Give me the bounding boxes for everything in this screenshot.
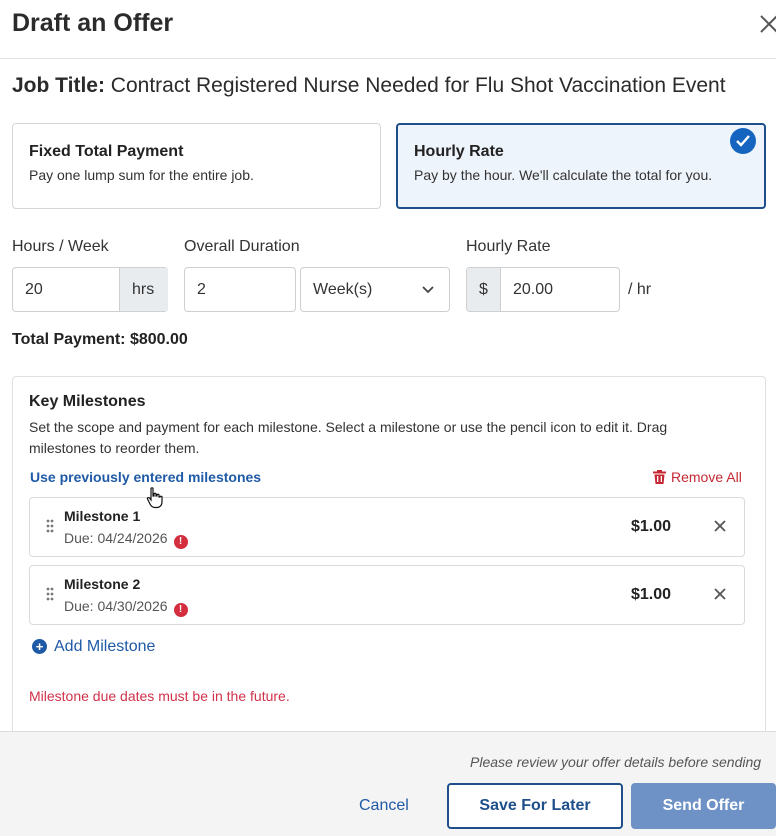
remove-milestone-icon[interactable] [714, 588, 726, 600]
remove-all-button[interactable]: Remove All [653, 469, 742, 485]
milestone-row[interactable]: Milestone 2 Due: 04/30/2026! $1.00 [29, 565, 745, 625]
modal-title: Draft an Offer [12, 9, 174, 37]
milestone-due-text: Due: 04/30/2026 [64, 598, 168, 614]
duration-input[interactable]: 2 [184, 267, 296, 312]
review-note: Please review your offer details before … [470, 754, 762, 770]
milestone-name: Milestone 1 [64, 508, 141, 524]
modal-header: Draft an Offer [0, 0, 776, 59]
fixed-payment-desc: Pay one lump sum for the entire job. [29, 167, 254, 183]
job-title: Job Title: Contract Registered Nurse Nee… [12, 74, 726, 98]
fixed-payment-title: Fixed Total Payment [29, 143, 184, 160]
duration-label: Overall Duration [184, 238, 300, 255]
milestone-amount: $1.00 [631, 586, 672, 603]
drag-handle-icon[interactable] [46, 587, 54, 601]
hourly-rate-value: 20.00 [513, 281, 554, 298]
hourly-rate-input[interactable]: $ 20.00 [466, 267, 620, 312]
milestone-due: Due: 04/24/2026! [64, 530, 188, 549]
job-title-text: Contract Registered Nurse Needed for Flu… [110, 74, 726, 97]
total-payment: Total Payment: $800.00 [12, 331, 188, 348]
milestones-description: Set the scope and payment for each miles… [29, 419, 668, 456]
hourly-rate-desc: Pay by the hour. We'll calculate the tot… [414, 167, 713, 183]
trash-icon [653, 470, 666, 484]
use-previous-milestones-link[interactable]: Use previously entered milestones [30, 469, 261, 485]
milestones-title: Key Milestones [29, 393, 146, 410]
duration-unit-select[interactable]: Week(s) [300, 267, 450, 312]
drag-handle-icon[interactable] [46, 519, 54, 533]
milestone-name: Milestone 2 [64, 576, 141, 592]
hrs-unit: hrs [132, 281, 155, 298]
per-hour-suffix: / hr [628, 281, 652, 298]
milestone-due: Due: 04/30/2026! [64, 598, 188, 617]
milestone-due-text: Due: 04/24/2026 [64, 530, 168, 546]
cancel-button[interactable]: Cancel [359, 797, 409, 815]
milestone-error-message: Milestone due dates must be in the futur… [29, 688, 290, 704]
milestone-amount: $1.00 [631, 518, 672, 535]
remove-all-label: Remove All [671, 469, 742, 485]
send-offer-button[interactable]: Send Offer [631, 783, 776, 829]
duration-value: 2 [197, 281, 206, 298]
dollar-sign: $ [479, 281, 488, 298]
milestone-row[interactable]: Milestone 1 Due: 04/24/2026! $1.00 [29, 497, 745, 557]
add-milestone-label: Add Milestone [54, 638, 156, 655]
hand-pointer-icon [146, 487, 163, 509]
add-milestone-button[interactable]: + Add Milestone [32, 638, 155, 656]
save-for-later-button[interactable]: Save For Later [447, 783, 623, 829]
hrs-addon: hrs [119, 268, 168, 311]
job-title-label: Job Title: [12, 74, 105, 97]
modal-footer: Please review your offer details before … [0, 731, 776, 836]
dollar-addon: $ [467, 268, 501, 311]
hours-week-label: Hours / Week [12, 238, 109, 255]
hours-week-value: 20 [25, 281, 43, 298]
error-icon: ! [173, 535, 188, 549]
chevron-down-icon [422, 286, 434, 294]
checkmark-icon [730, 128, 756, 154]
hourly-rate-option[interactable]: Hourly Rate Pay by the hour. We'll calcu… [396, 123, 766, 209]
error-icon: ! [173, 603, 188, 617]
remove-milestone-icon[interactable] [714, 520, 726, 532]
fixed-payment-option[interactable]: Fixed Total Payment Pay one lump sum for… [12, 123, 381, 209]
hours-week-input[interactable]: 20 hrs [12, 267, 168, 312]
close-icon[interactable] [758, 10, 776, 38]
hourly-rate-label: Hourly Rate [466, 238, 551, 255]
plus-circle-icon: + [32, 639, 47, 654]
hourly-rate-title: Hourly Rate [414, 143, 504, 160]
duration-unit-value: Week(s) [313, 281, 373, 298]
